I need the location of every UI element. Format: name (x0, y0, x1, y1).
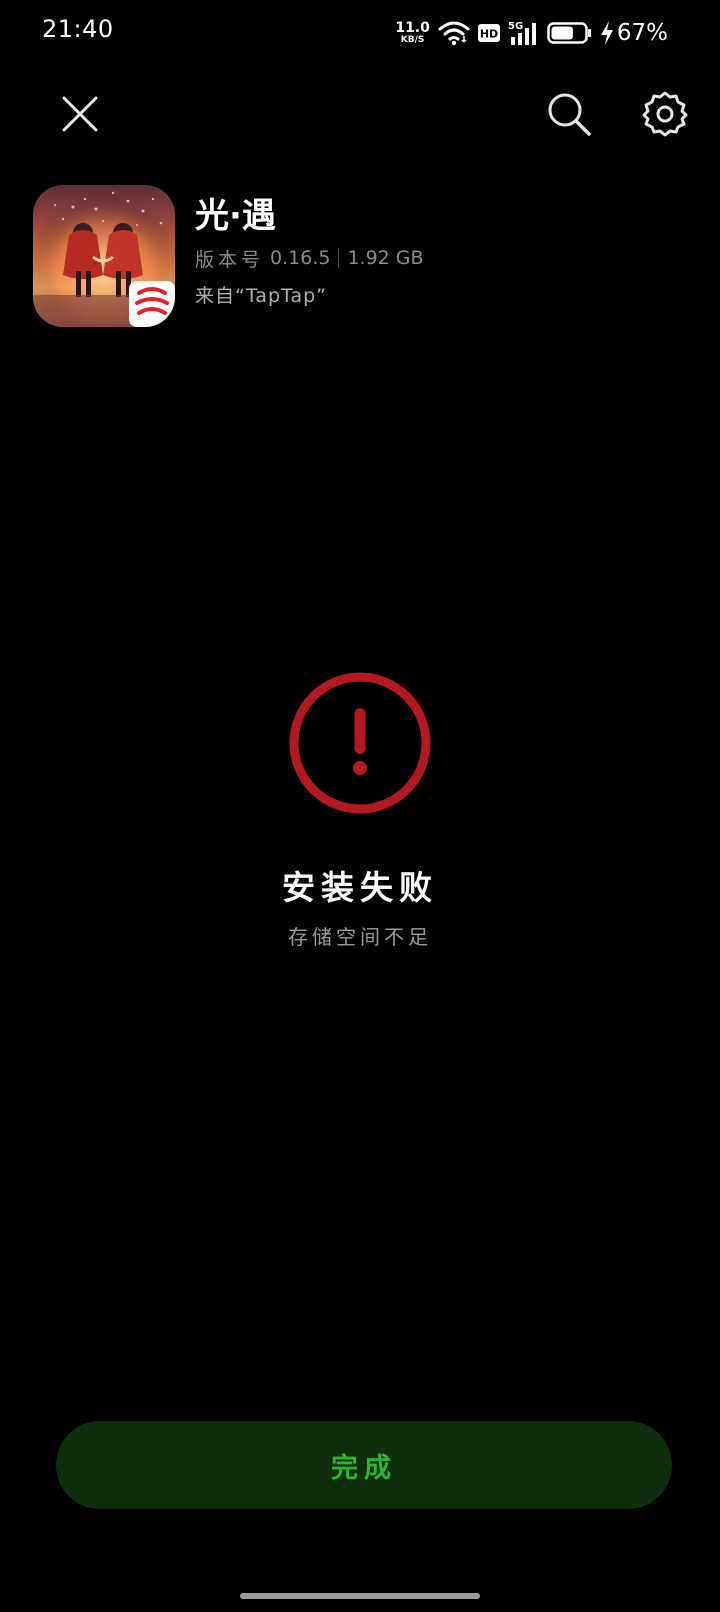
wifi-icon (438, 21, 470, 46)
charging-bolt-icon (600, 21, 613, 45)
network-speed-unit: KB/S (400, 35, 425, 45)
status-bar: 21:40 11.0 KB/S HD 5G 67% (0, 0, 720, 64)
app-icon (33, 185, 175, 327)
install-result: 安装失败 存储空间不足 (0, 670, 720, 952)
hd-icon: HD (477, 24, 500, 42)
top-bar (0, 80, 720, 150)
signal-label: 5G (508, 21, 523, 32)
network-speed-value: 11.0 (395, 20, 430, 36)
done-button[interactable]: 完成 (56, 1421, 672, 1509)
error-exclamation-icon (289, 672, 431, 814)
search-icon[interactable] (546, 91, 592, 137)
meta-divider (338, 248, 340, 268)
signal-5g-icon: 5G (508, 21, 536, 45)
app-header: 光·遇 版本号 0.16.5 1.92 GB 来自“TapTap” (33, 185, 683, 327)
hd-label: HD (480, 28, 498, 41)
battery-percent: 67% (616, 20, 668, 46)
app-info: 光·遇 版本号 0.16.5 1.92 GB 来自“TapTap” (195, 185, 424, 308)
result-reason: 存储空间不足 (288, 925, 432, 949)
app-meta: 版本号 0.16.5 1.92 GB (195, 244, 424, 272)
app-name: 光·遇 (195, 196, 276, 236)
home-indicator[interactable] (240, 1593, 480, 1599)
app-source: 来自“TapTap” (195, 285, 328, 307)
battery-icon (547, 22, 591, 44)
close-icon[interactable] (56, 90, 104, 138)
version-label: 版本号 (195, 248, 265, 271)
app-icon-artwork (33, 185, 175, 327)
network-speed: 11.0 KB/S (395, 21, 430, 45)
version-value: 0.16.5 (270, 247, 331, 269)
app-size: 1.92 GB (347, 247, 424, 269)
status-time: 21:40 (42, 15, 114, 43)
status-indicators: 11.0 KB/S HD 5G 67% (395, 18, 668, 48)
result-title: 安装失败 (282, 868, 438, 907)
gear-icon[interactable] (642, 91, 688, 137)
